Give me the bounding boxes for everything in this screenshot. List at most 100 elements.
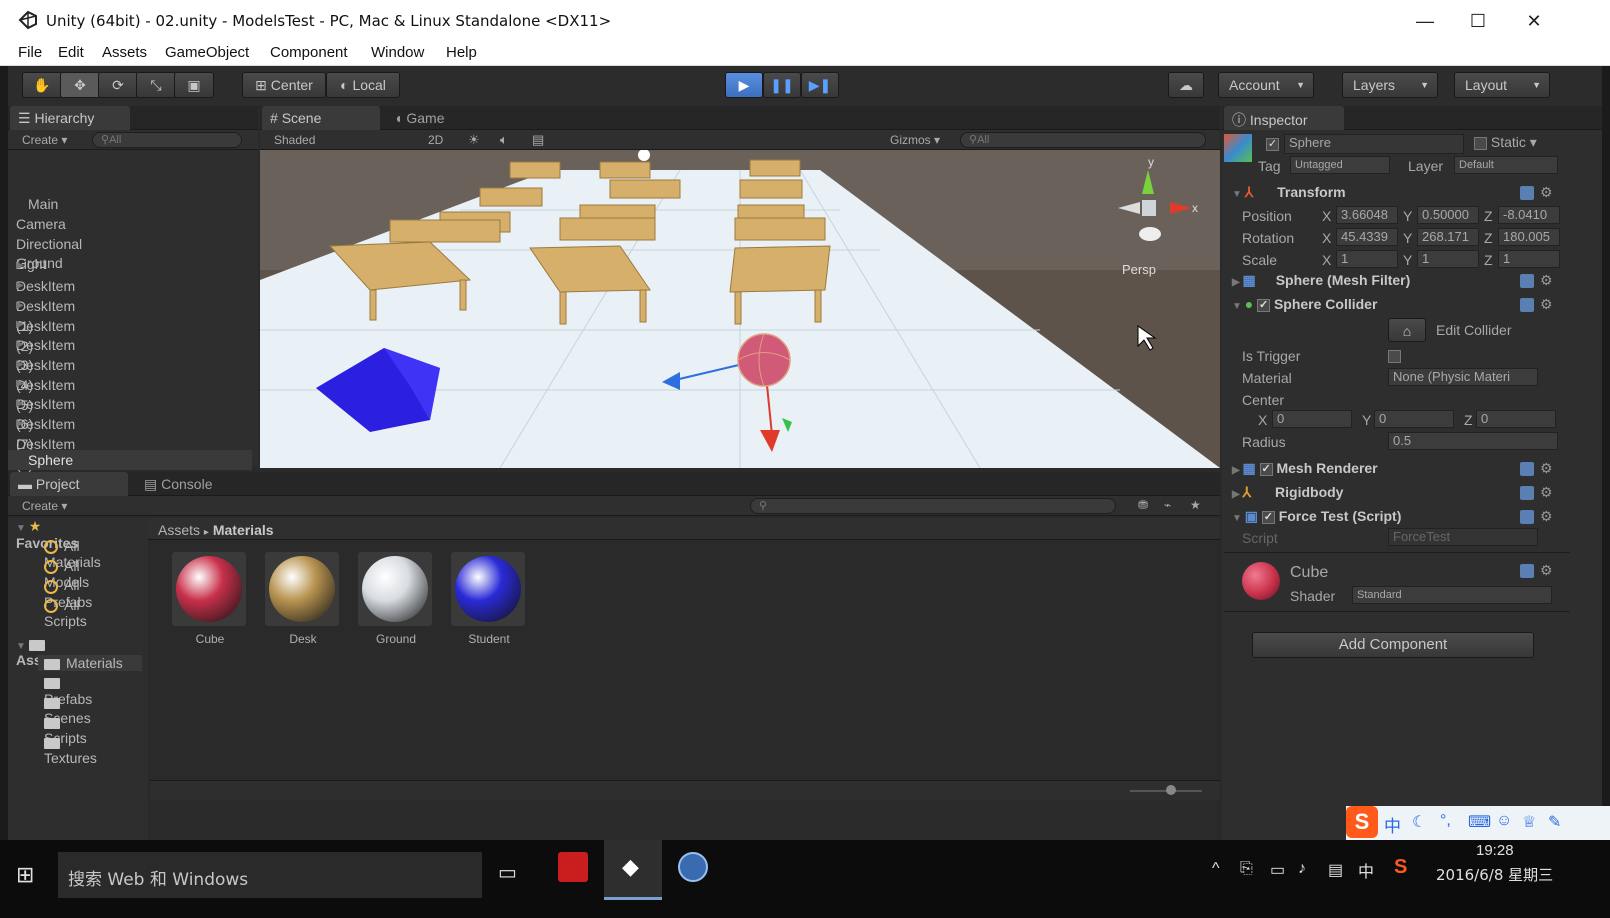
breadcrumb-materials[interactable]: Materials [213,522,274,538]
rotation-z-field[interactable]: 180.005 [1498,228,1560,246]
keyboard-icon[interactable]: ⌨ [1468,812,1491,832]
help-book-icon[interactable] [1520,462,1534,476]
menu-gameobject[interactable]: GameObject [165,44,249,61]
move-tool-button[interactable]: ✥ [60,72,100,98]
app-icon[interactable] [678,852,708,882]
asset-folder-item[interactable]: Textures [44,734,97,766]
task-view-icon[interactable]: ▭ [498,860,517,885]
volume-icon[interactable]: ♪ [1298,860,1306,878]
help-book-icon[interactable] [1520,298,1534,312]
mode-2d-toggle[interactable]: 2D [428,133,443,147]
tab-inspector[interactable]: ⓘ Inspector [1224,106,1344,130]
center-z-field[interactable]: 0 [1476,410,1556,428]
hierarchy-item[interactable]: ▶DeskItem (8) [8,411,75,472]
shader-dropdown[interactable]: Standard [1352,586,1552,604]
hierarchy-item[interactable]: Sphere [8,450,252,471]
tools-icon[interactable]: ✎ [1548,812,1561,832]
center-y-field[interactable]: 0 [1374,410,1454,428]
help-book-icon[interactable] [1520,186,1534,200]
tab-scene[interactable]: # Scene [262,106,380,130]
tab-console[interactable]: ▤ Console [136,472,246,496]
help-book-icon[interactable] [1520,274,1534,288]
rotate-tool-button[interactable]: ⟳ [98,72,138,98]
battery-icon[interactable]: ▭ [1270,860,1285,880]
scale-z-field[interactable]: 1 [1498,250,1560,268]
sphere-collider-checkbox[interactable]: ✓ [1257,298,1271,312]
physic-material-field[interactable]: None (Physic Materi [1388,368,1538,386]
tab-game[interactable]: ◖ Game [386,106,496,130]
center-x-field[interactable]: 0 [1272,410,1352,428]
menu-assets[interactable]: Assets [102,44,147,61]
add-component-button[interactable]: Add Component [1252,632,1534,658]
cloud-button[interactable]: ☁ [1168,72,1204,98]
filter-label-icon[interactable]: ⌁ [1164,498,1171,512]
gizmos-dropdown[interactable]: Gizmos ▾ [890,133,940,147]
clock-date[interactable]: 2016/6/8 星期三 [1436,864,1553,885]
slider-handle[interactable] [1166,785,1176,795]
tray-chevron-icon[interactable]: ^ [1212,860,1220,878]
hierarchy-create-button[interactable]: Create ▾ [22,133,67,147]
gear-icon[interactable]: ⚙ [1540,460,1553,477]
hierarchy-item[interactable]: ▶DeskItem (5) [8,352,75,413]
gear-icon[interactable]: ⚙ [1540,508,1553,525]
layer-dropdown[interactable]: Default [1454,156,1558,174]
material-asset[interactable]: Desk [265,552,341,646]
tab-hierarchy[interactable]: ☰ Hierarchy [10,106,130,130]
rect-tool-button[interactable]: ▣ [174,72,214,98]
hierarchy-item[interactable]: Main Camera [8,194,66,232]
active-checkbox[interactable]: ✓ [1266,136,1279,152]
gear-icon[interactable]: ⚙ [1540,562,1553,579]
menu-window[interactable]: Window [371,44,424,61]
breadcrumb-assets[interactable]: Assets [158,522,200,538]
tag-dropdown[interactable]: Untagged [1290,156,1390,174]
menu-edit[interactable]: Edit [58,44,84,61]
persp-label[interactable]: Persp [1122,262,1156,277]
notification-icon[interactable]: ▤ [1328,860,1343,880]
scene-search-input[interactable]: ⚲All [960,132,1206,148]
edit-collider-button[interactable]: ⌂ [1388,318,1426,342]
hierarchy-search-input[interactable]: ⚲All [92,132,242,148]
menu-component[interactable]: Component [270,44,348,61]
audio-toggle-icon[interactable]: 🔈︎ [500,132,508,148]
position-x-field[interactable]: 3.66048 [1336,206,1398,224]
position-z-field[interactable]: -8.0410 [1498,206,1560,224]
menu-help[interactable]: Help [446,44,477,61]
layers-dropdown[interactable]: Layers ▼ [1342,72,1438,98]
menu-file[interactable]: File [18,44,42,61]
windows-start-icon[interactable]: ⊞ [16,862,34,888]
account-dropdown[interactable]: Account ▼ [1218,72,1314,98]
gear-icon[interactable]: ⚙ [1540,184,1553,201]
rotation-y-field[interactable]: 268.171 [1417,228,1479,246]
hierarchy-item[interactable]: ▶DeskItem (1) [8,273,75,334]
acrobat-icon[interactable] [558,852,588,882]
help-book-icon[interactable] [1520,510,1534,524]
lighting-toggle-icon[interactable]: ☀ [468,132,480,148]
gear-icon[interactable]: ⚙ [1540,272,1553,289]
step-button[interactable]: ▶❚ [801,72,839,98]
favorite-item[interactable]: All Scripts [44,597,87,629]
taskbar-search-box[interactable]: 搜索 Web 和 Windows [58,852,482,898]
gear-icon[interactable]: ⚙ [1540,484,1553,501]
scene-viewport[interactable]: y x Persp [260,150,1220,468]
hierarchy-item[interactable]: ▶DeskItem (3) [8,312,75,373]
tab-project[interactable]: ▬ Project [10,472,128,496]
scale-tool-button[interactable]: ⤡ [136,72,176,98]
is-trigger-checkbox[interactable] [1388,348,1401,364]
clock-time[interactable]: 19:28 [1476,842,1514,859]
hand-tool-button[interactable]: ✋ [22,72,62,98]
space-local-button[interactable]: ◐ Local [326,72,400,98]
maximize-button[interactable]: ☐ [1458,6,1498,36]
material-asset[interactable]: Student [451,552,527,646]
unity-taskbar-button[interactable]: ◆ [604,840,662,900]
layout-dropdown[interactable]: Layout ▼ [1454,72,1550,98]
sogou-icon[interactable]: S [1394,856,1407,879]
mesh-renderer-checkbox[interactable]: ✓ [1259,462,1273,476]
scale-y-field[interactable]: 1 [1417,250,1479,268]
hierarchy-item[interactable]: Ground [8,233,63,271]
minimize-button[interactable]: — [1405,6,1445,36]
help-book-icon[interactable] [1520,564,1534,578]
position-y-field[interactable]: 0.50000 [1417,206,1479,224]
punctuation-icon[interactable]: °, [1440,812,1451,830]
project-search-input[interactable]: ⚲ [750,498,1116,514]
hierarchy-item[interactable]: ▶DeskItem (2) [8,293,75,354]
